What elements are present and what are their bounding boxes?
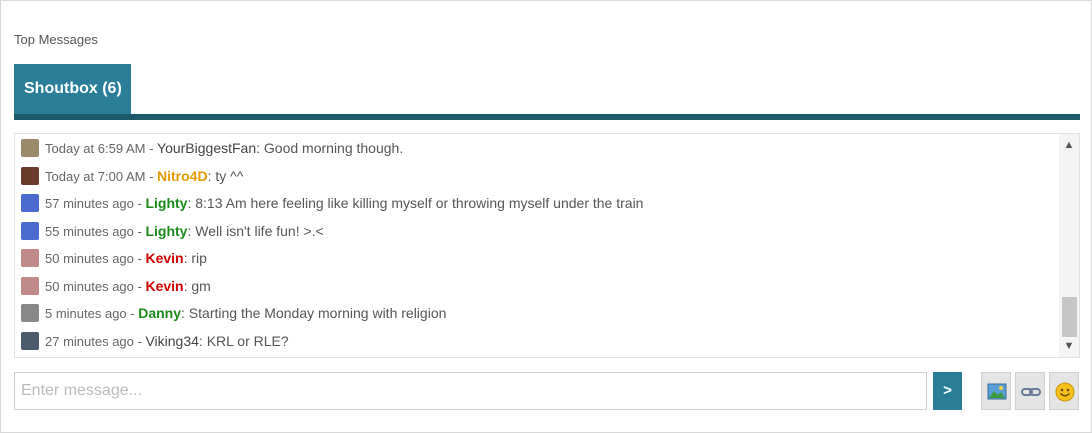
avatar-face-icon[interactable]: [21, 249, 39, 268]
message-row: Today at 7:00 AM - Nitro4D: ty ^^: [21, 165, 243, 187]
emoji-smiley-icon: [1055, 382, 1075, 402]
message-row: 50 minutes ago - Kevin: gm: [21, 275, 211, 297]
message-list-container[interactable]: Today at 6:59 AM - YourBiggestFan: Good …: [14, 133, 1080, 358]
insert-image-button[interactable]: [981, 372, 1011, 410]
scroll-thumb[interactable]: [1062, 297, 1077, 337]
message-separator: -: [145, 141, 158, 156]
message-row: 57 minutes ago - Lighty: 8:13 Am here fe…: [21, 192, 643, 214]
emoji-button[interactable]: [1049, 372, 1079, 410]
send-button[interactable]: >: [933, 372, 962, 410]
message-separator: -: [133, 278, 146, 294]
message-username[interactable]: Lighty: [145, 195, 187, 211]
message-separator: -: [133, 251, 146, 266]
message-timestamp: 5 minutes ago: [45, 306, 127, 321]
message-separator: -: [133, 196, 146, 211]
message-username[interactable]: YourBiggestFan: [157, 140, 256, 156]
message-timestamp: Today at 6:59 AM: [45, 141, 146, 156]
avatar-dark-icon[interactable]: [21, 166, 39, 185]
tab-shoutbox[interactable]: Shoutbox (6): [14, 64, 131, 114]
message-row: 27 minutes ago - Viking34: KRL or RLE?: [21, 330, 289, 352]
message-username[interactable]: Nitro4D: [157, 168, 208, 184]
scroll-down-icon[interactable]: ▼: [1059, 337, 1079, 355]
message-text: : gm: [183, 277, 211, 294]
message-timestamp: 57 minutes ago: [45, 196, 134, 211]
message-row: 5 minutes ago - Danny: Starting the Mond…: [21, 302, 446, 324]
avatar-pony-icon[interactable]: [21, 194, 39, 213]
avatar-goat-icon[interactable]: [21, 139, 39, 158]
message-separator: -: [126, 306, 139, 321]
avatar-snowman-icon[interactable]: [21, 304, 39, 323]
message-text: : Starting the Monday morning with relig…: [181, 305, 447, 321]
message-username[interactable]: Viking34: [145, 333, 198, 349]
message-username[interactable]: Lighty: [145, 223, 187, 239]
avatar-pony-icon[interactable]: [21, 221, 39, 240]
tab-underline: [14, 114, 1080, 120]
message-row: 50 minutes ago - Kevin: rip: [21, 247, 207, 269]
scrollbar[interactable]: ▲ ▼: [1059, 134, 1079, 357]
message-text: : Well isn't life fun! >.<: [187, 222, 324, 239]
message-timestamp: Today at 7:00 AM: [45, 168, 146, 184]
message-text: : 8:13 Am here feeling like killing myse…: [187, 195, 644, 211]
insert-link-icon: [1021, 388, 1041, 396]
message-separator: -: [133, 333, 146, 349]
message-text: : rip: [183, 250, 207, 266]
insert-image-icon: [987, 383, 1007, 400]
message-timestamp: 27 minutes ago: [45, 333, 134, 349]
scroll-up-icon[interactable]: ▲: [1059, 136, 1079, 154]
section-title: Top Messages: [14, 32, 98, 47]
insert-link-button[interactable]: [1015, 372, 1045, 410]
message-row: 55 minutes ago - Lighty: Well isn't life…: [21, 220, 324, 242]
message-text: : Good morning though.: [256, 140, 404, 156]
avatar-face-icon[interactable]: [21, 276, 39, 295]
message-separator: -: [145, 168, 158, 184]
message-timestamp: 50 minutes ago: [45, 278, 134, 294]
message-timestamp: 55 minutes ago: [45, 223, 134, 239]
shoutbox-widget: Top Messages Shoutbox (6) Today at 6:59 …: [0, 0, 1092, 433]
message-separator: -: [133, 223, 146, 239]
avatar-viking-icon[interactable]: [21, 331, 39, 350]
message-timestamp: 50 minutes ago: [45, 251, 134, 266]
message-username[interactable]: Danny: [138, 305, 181, 321]
message-row: Today at 6:59 AM - YourBiggestFan: Good …: [21, 137, 403, 159]
message-text: : KRL or RLE?: [198, 332, 289, 349]
message-username[interactable]: Kevin: [145, 250, 183, 266]
message-text: : ty ^^: [207, 167, 244, 184]
message-username[interactable]: Kevin: [145, 278, 183, 294]
message-input[interactable]: [14, 372, 927, 410]
